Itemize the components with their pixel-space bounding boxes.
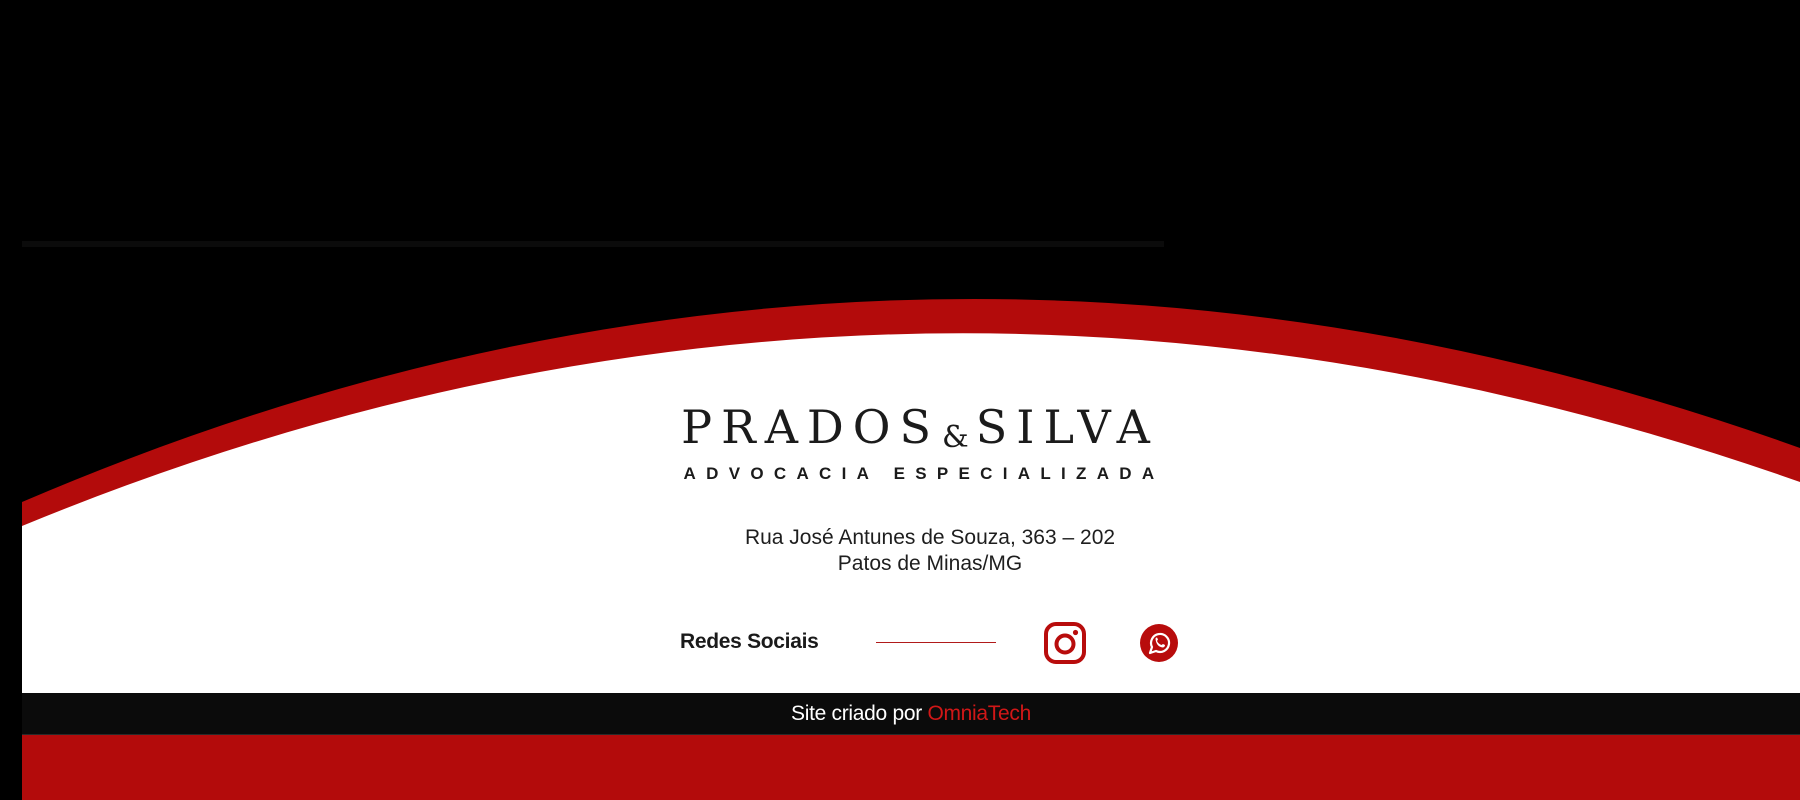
address-line-1: Rua José Antunes de Souza, 363 – 202 [744,526,1116,549]
social-links: Redes Sociais [680,620,1180,666]
address: Rua José Antunes de Souza, 363 – 202 Pat… [640,525,1220,577]
credit-bar: Site criado por OmniaTech [22,693,1800,735]
credit-prefix: Site criado por [791,702,928,725]
brand-name-right: SILVA [975,400,1159,454]
brand-name-left: PRADOS [681,400,941,454]
address-line-2: Patos de Minas/MG [837,552,1023,575]
brand-name: PRADOS & SILVA [660,402,1180,459]
brand-ampersand: & [942,420,969,455]
social-label: Redes Sociais [680,630,819,653]
instagram-icon[interactable] [1042,620,1088,666]
page: PRADOS & SILVA ADVOCACIA ESPECIALIZADA R… [0,0,1800,800]
whatsapp-icon[interactable] [1136,620,1182,666]
credit-link[interactable]: OmniaTech [927,702,1031,725]
brand-tagline: ADVOCACIA ESPECIALIZADA [683,464,1165,483]
brand-logo[interactable]: PRADOS & SILVA ADVOCACIA ESPECIALIZADA [660,402,1180,485]
social-divider-line [876,642,996,643]
